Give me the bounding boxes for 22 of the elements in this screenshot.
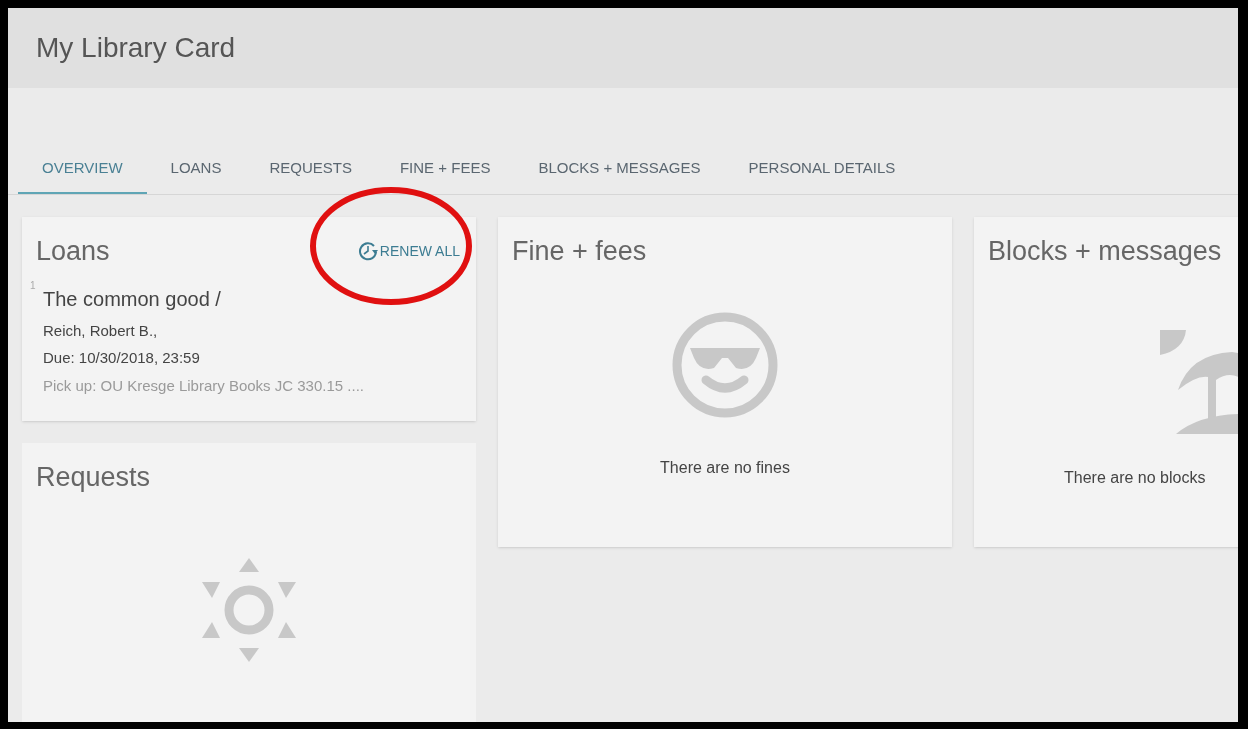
tab[interactable]: PERSONAL DETAILS — [724, 144, 920, 194]
loan-pickup: Pick up: OU Kresge Library Books JC 330.15 .... — [43, 375, 365, 396]
tab[interactable]: LOANS — [146, 144, 246, 194]
loan-title[interactable]: The common good / — [43, 283, 462, 314]
card-title: Fine + fees — [512, 235, 648, 268]
tab[interactable]: OVERVIEW — [18, 144, 147, 194]
loan-due-date: Due: 10/30/2018, 23:59 — [43, 348, 201, 368]
sun-icon — [202, 557, 296, 662]
item-number: 1 — [30, 278, 36, 293]
card-title: Loans — [36, 235, 110, 268]
beach-umbrella-icon — [1160, 329, 1238, 434]
tab[interactable]: REQUESTS — [245, 144, 376, 194]
renew-all-button[interactable]: RENEW ALL — [357, 240, 460, 262]
tab[interactable]: FINE + FEES — [375, 144, 515, 194]
page-title: My Library Card — [36, 31, 236, 65]
empty-message: There are no blocks — [1064, 468, 1206, 486]
empty-message: There are no fines — [660, 457, 790, 478]
card-title: Blocks + messages — [988, 235, 1223, 268]
card-title: Requests — [36, 461, 152, 494]
clock-refresh-icon — [357, 241, 378, 262]
loan-author: Reich, Robert B., — [43, 320, 159, 341]
tab[interactable]: BLOCKS + MESSAGES — [514, 144, 725, 194]
